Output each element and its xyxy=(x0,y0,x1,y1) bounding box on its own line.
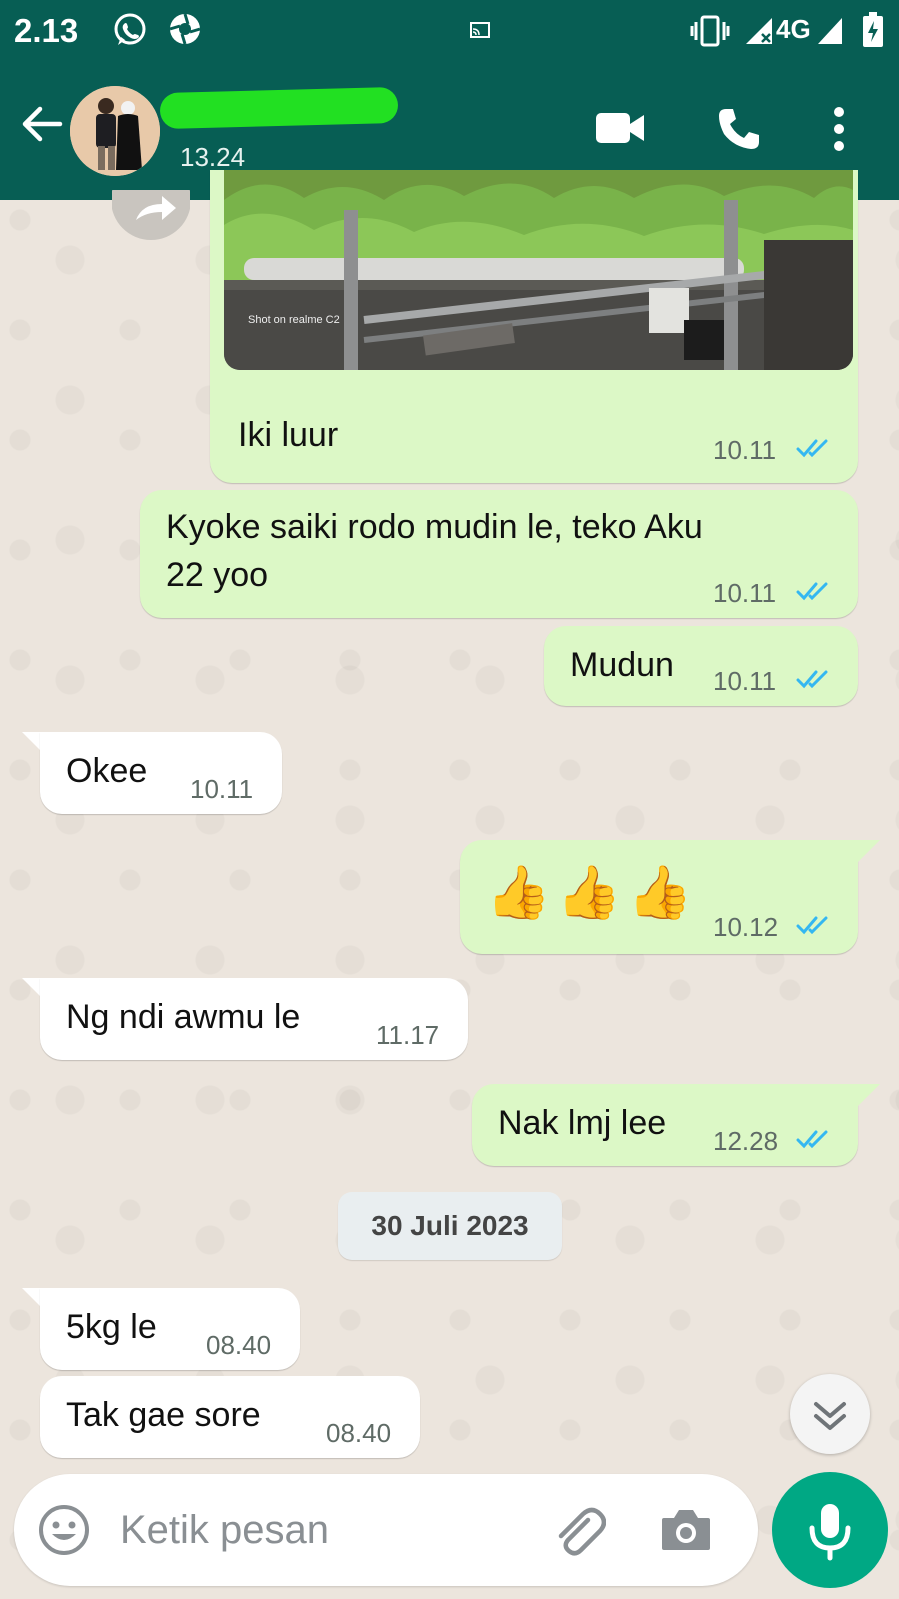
signal-strength-icon xyxy=(818,18,842,44)
voice-call-icon[interactable] xyxy=(716,106,762,152)
microphone-icon xyxy=(809,1504,851,1561)
incoming-message[interactable]: 5kg le 08.40 xyxy=(40,1288,300,1370)
double-chevron-down-icon xyxy=(814,1402,846,1430)
voice-record-button[interactable] xyxy=(772,1472,888,1588)
outgoing-message[interactable]: Nak lmj lee 12.28 xyxy=(472,1084,858,1166)
message-input[interactable]: Ketik pesan xyxy=(120,1508,329,1553)
forward-button[interactable] xyxy=(112,190,190,244)
message-time: 12.28 xyxy=(713,1126,779,1156)
redacted-contact-name[interactable] xyxy=(159,86,399,130)
signal-no-data-icon xyxy=(746,18,772,44)
contact-avatar[interactable] xyxy=(70,86,160,176)
camera-icon[interactable] xyxy=(660,1506,712,1552)
attach-icon[interactable] xyxy=(552,1502,606,1558)
bubble-tail xyxy=(858,1084,880,1106)
outgoing-message[interactable]: Kyoke saiki rodo mudin le, teko Aku 22 y… xyxy=(140,490,858,618)
message-text: Ng ndi awmu le xyxy=(66,998,301,1036)
message-emoji: 👍👍👍 xyxy=(486,864,699,922)
message-text: Tak gae sore xyxy=(66,1396,261,1434)
whatsapp-notification-icon xyxy=(114,13,146,45)
message-text-line1: Kyoke saiki rodo mudin le, teko Aku xyxy=(166,508,703,546)
message-text-line2: 22 yoo xyxy=(166,556,269,594)
emoji-icon[interactable] xyxy=(38,1504,90,1556)
message-text: 5kg le xyxy=(66,1308,157,1346)
message-time: 10.11 xyxy=(713,435,777,465)
message-photo[interactable]: Shot on realme C2 xyxy=(224,170,853,370)
incoming-message[interactable]: Tak gae sore 08.40 xyxy=(40,1376,420,1458)
outgoing-message[interactable]: Mudun 10.11 xyxy=(544,626,858,706)
scroll-to-bottom-button[interactable] xyxy=(790,1374,870,1454)
outgoing-image-message[interactable]: Shot on realme C2 Iki luur 10.11 xyxy=(210,170,858,483)
cast-icon xyxy=(470,22,490,38)
incoming-message[interactable]: Okee 10.11 xyxy=(40,732,282,814)
date-separator: 30 Juli 2023 xyxy=(338,1192,562,1260)
more-options-icon[interactable] xyxy=(832,106,846,152)
message-time: 10.11 xyxy=(713,578,777,608)
vibrate-icon xyxy=(690,15,730,47)
message-time: 10.11 xyxy=(190,774,254,804)
back-arrow-icon[interactable] xyxy=(20,102,64,146)
network-type: 4G xyxy=(776,14,811,44)
read-ticks-icon xyxy=(796,1130,828,1149)
message-text: Iki luur xyxy=(238,416,339,454)
message-time: 11.17 xyxy=(376,1020,440,1050)
message-composer: Ketik pesan xyxy=(14,1474,758,1586)
aperture-notification-icon xyxy=(169,13,201,45)
status-bar: 2.13 4G xyxy=(0,0,899,64)
read-ticks-icon xyxy=(796,916,828,935)
message-time: 08.40 xyxy=(326,1418,392,1448)
last-seen-time: 13.24 xyxy=(180,142,246,172)
message-text: Okee xyxy=(66,752,148,790)
read-ticks-icon xyxy=(796,670,828,689)
outgoing-message[interactable]: 👍👍👍 10.12 xyxy=(460,840,858,954)
video-call-icon[interactable] xyxy=(594,110,646,146)
message-time: 08.40 xyxy=(206,1330,272,1360)
read-ticks-icon xyxy=(796,582,828,601)
message-time: 10.11 xyxy=(713,666,777,696)
message-text: Mudun xyxy=(570,646,674,684)
read-ticks-icon xyxy=(796,439,828,458)
battery-charging-icon xyxy=(863,12,883,47)
incoming-message[interactable]: Ng ndi awmu le 11.17 xyxy=(40,978,468,1060)
message-text: Nak lmj lee xyxy=(498,1104,667,1142)
bubble-tail xyxy=(858,840,880,862)
photo-watermark: Shot on realme C2 xyxy=(248,314,340,326)
status-time: 2.13 xyxy=(14,12,79,49)
message-time: 10.12 xyxy=(713,912,779,942)
